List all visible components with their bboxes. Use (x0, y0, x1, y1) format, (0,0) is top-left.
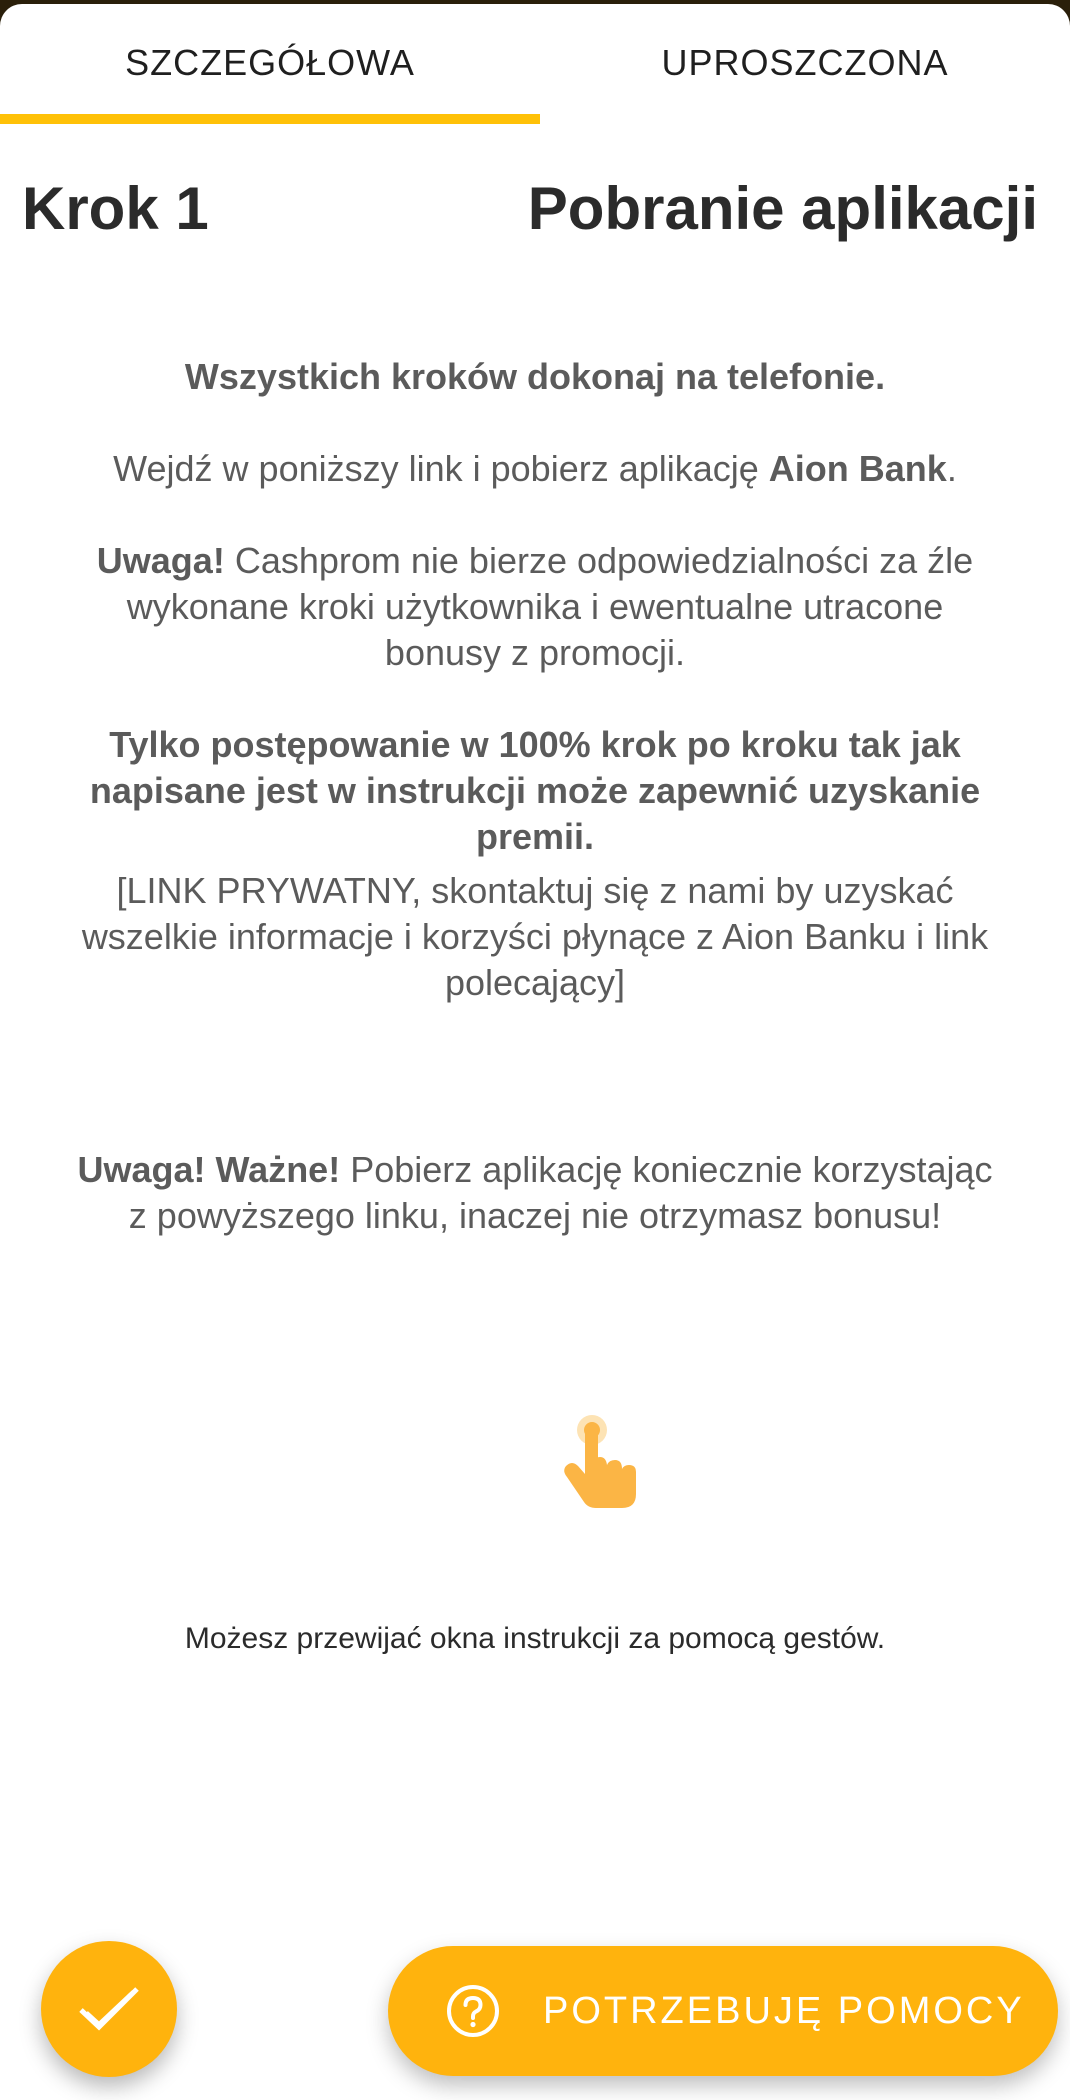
checkmark-icon (79, 1987, 139, 2031)
instruction-phone-note: Wszystkich kroków dokonaj na telefonie. (184, 356, 886, 397)
tab-detailed-label: SZCZEGÓŁOWA (125, 42, 415, 83)
tab-simplified[interactable]: UPROSZCZONA (540, 4, 1070, 122)
private-link-note: [LINK PRYWATNY, skontaktuj się z nami by… (81, 870, 989, 1003)
disclaimer-label: Uwaga! (96, 540, 225, 581)
instruction-disclaimer: Uwaga! Cashprom nie bierze odpowiedzialn… (70, 538, 1000, 676)
gesture-hint: Możesz przewijać okna instrukcji za pomo… (184, 1622, 886, 1655)
warning-label: Uwaga! Ważne! (77, 1149, 341, 1190)
instruction-follow-steps: Tylko postępowanie w 100% krok po kroku … (89, 724, 981, 857)
active-tab-indicator (0, 114, 540, 124)
done-button[interactable] (41, 1941, 177, 2077)
instruction-download-text: Wejdź w poniższy link i pobierz aplikacj… (113, 448, 769, 489)
instruction-sheet: SZCZEGÓŁOWA UPROSZCZONA Krok 1 Pobranie … (0, 4, 1070, 2100)
instruction-download-end: . (946, 448, 957, 489)
important-warning: Uwaga! Ważne! Pobierz aplikację konieczn… (70, 1147, 1000, 1239)
tap-gesture-icon (560, 1414, 640, 1514)
disclaimer-text: Cashprom nie bierze odpowiedzialności za… (126, 540, 974, 673)
help-button[interactable]: POTRZEBUJĘ POMOCY (388, 1946, 1058, 2076)
step-title: Pobranie aplikacji (527, 175, 1038, 242)
instruction-download: Wejdź w poniższy link i pobierz aplikacj… (70, 446, 1000, 492)
help-button-label: POTRZEBUJĘ POMOCY (543, 1989, 1025, 2032)
bank-name: Aion Bank (768, 448, 947, 489)
tab-detailed[interactable]: SZCZEGÓŁOWA (0, 4, 540, 122)
tab-bar: SZCZEGÓŁOWA UPROSZCZONA (0, 4, 1070, 124)
step-number: Krok 1 (22, 175, 209, 242)
tab-simplified-label: UPROSZCZONA (661, 42, 949, 83)
instruction-content: Wszystkich kroków dokonaj na telefonie. … (70, 354, 1000, 1006)
question-circle-icon (447, 1985, 499, 2037)
